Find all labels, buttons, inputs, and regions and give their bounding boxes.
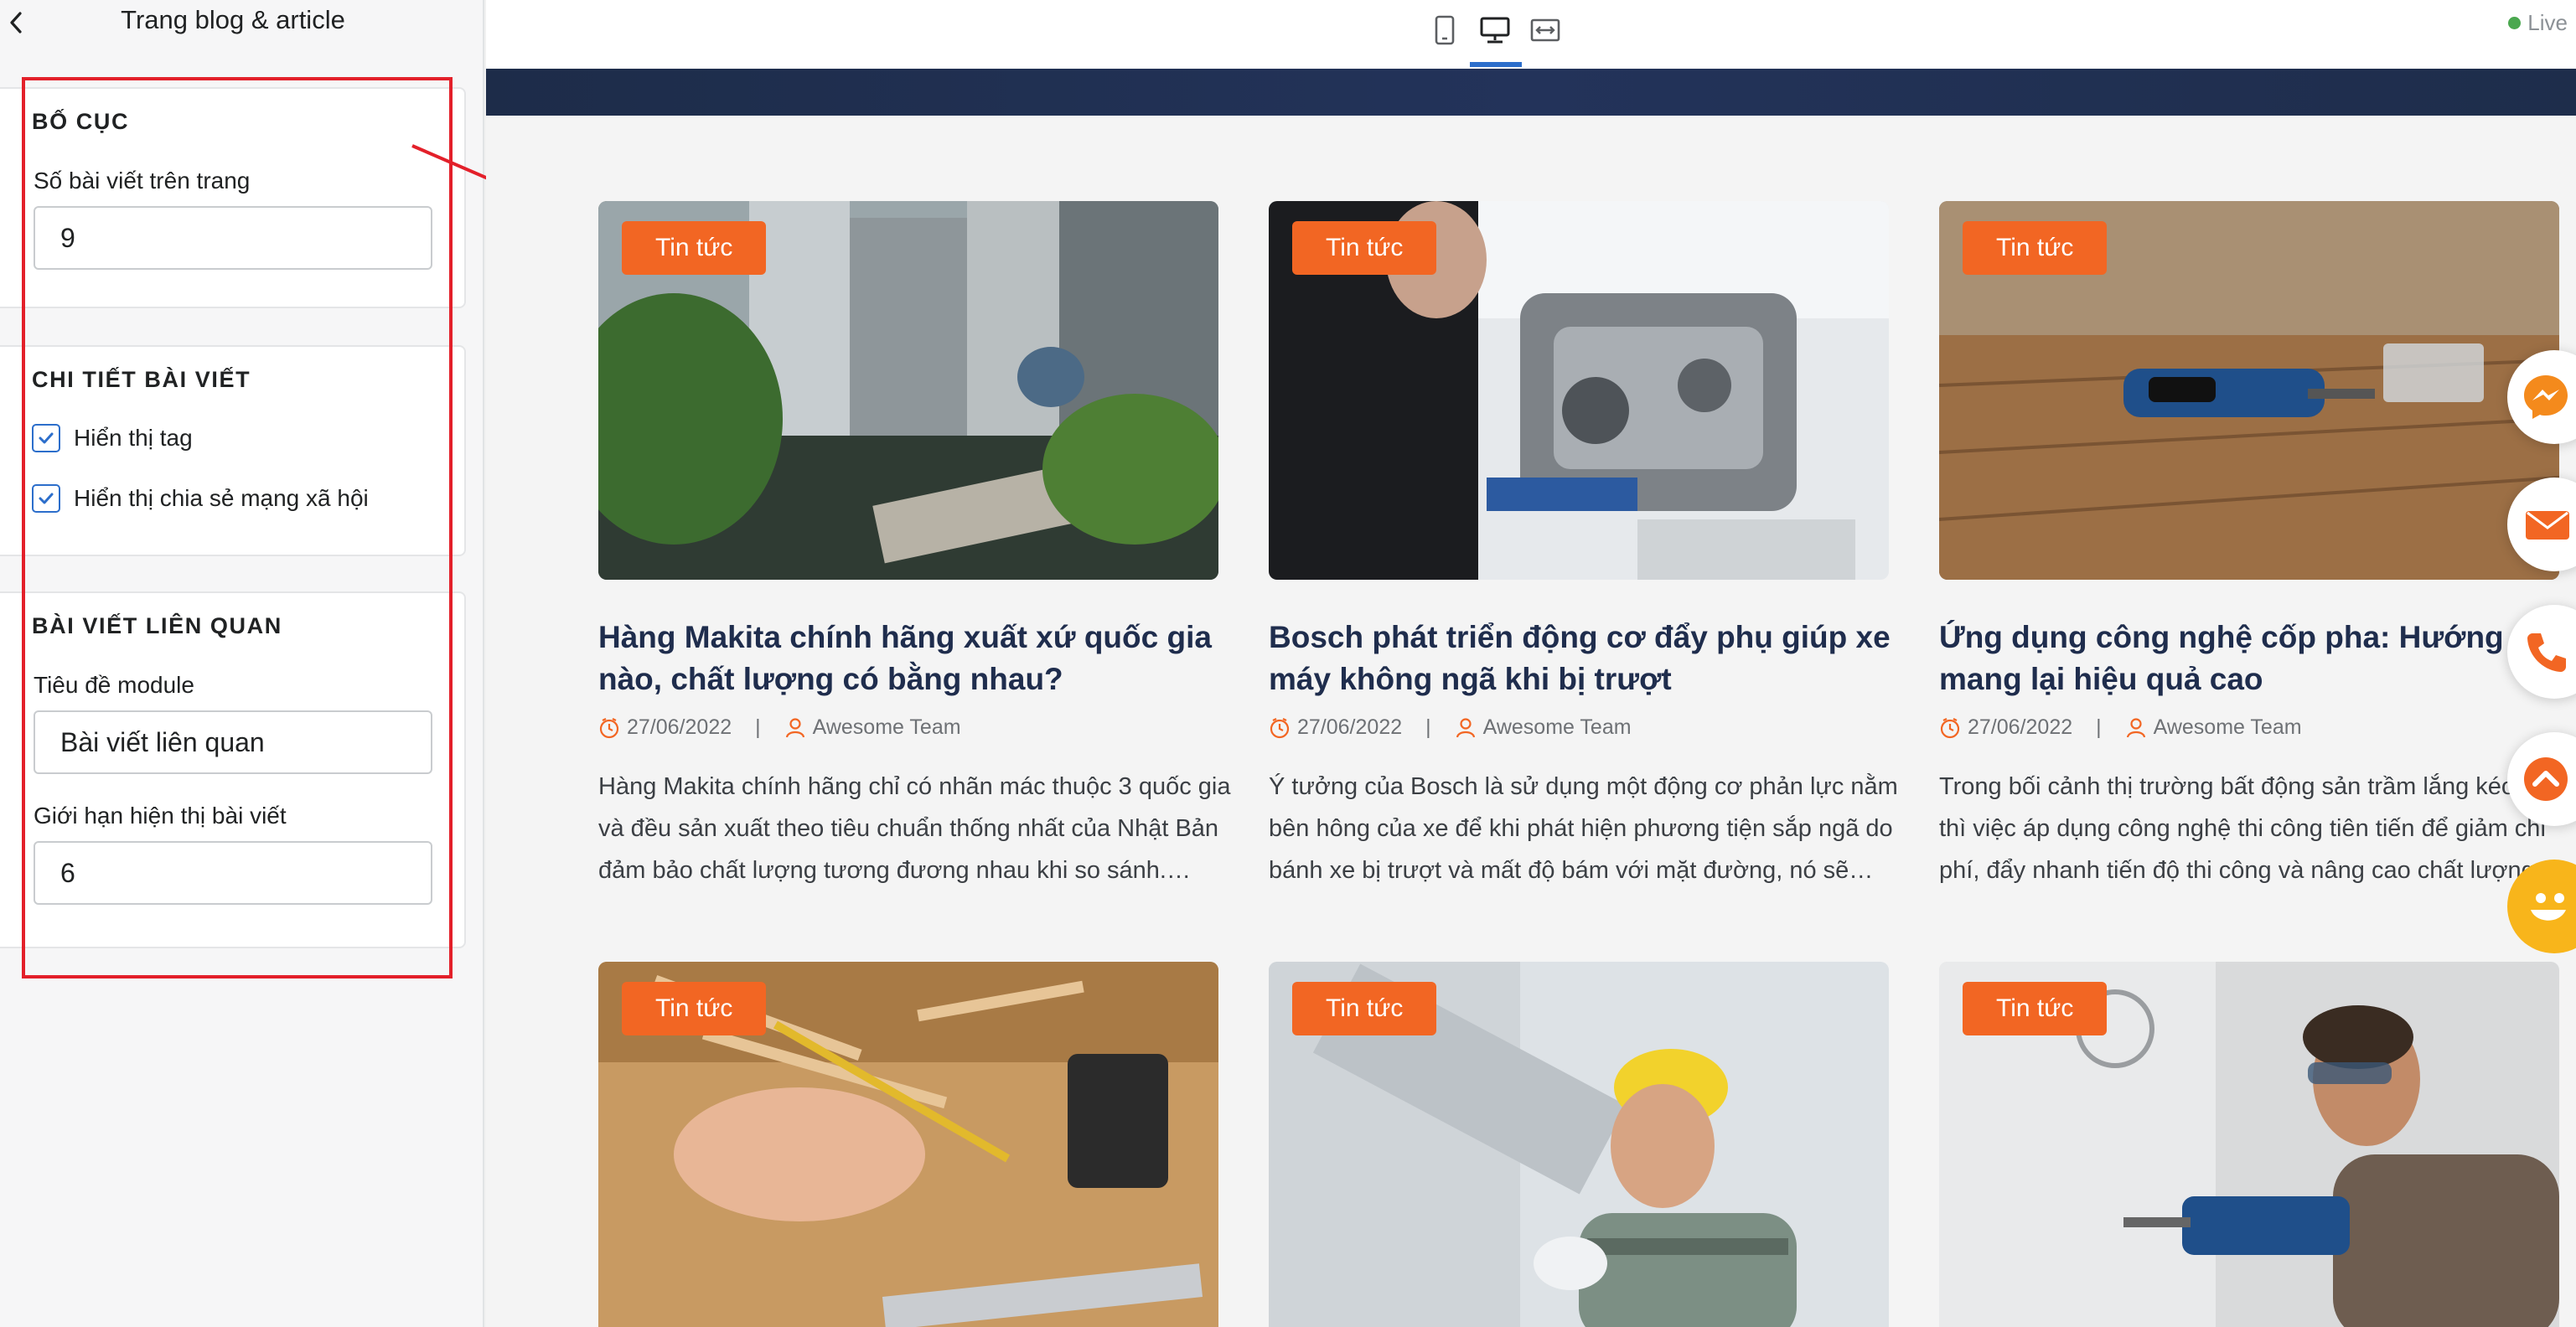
article-excerpt-line: bên hông của xe để khi phát hiện phương … bbox=[1269, 815, 1893, 842]
show-tag-checkbox-box[interactable] bbox=[32, 424, 60, 452]
article-meta: 27/06/2022 | Awesome Team bbox=[598, 715, 961, 740]
show-share-checkbox[interactable]: Hiển thị chia sẻ mạng xã hội bbox=[32, 484, 369, 513]
live-status-dot bbox=[2508, 17, 2522, 29]
article-title[interactable]: Hàng Makita chính hãng xuất xứ quốc gia … bbox=[598, 617, 1235, 700]
article-excerpt-line: phí, đẩy nhanh tiến độ thi công và nâng … bbox=[1939, 857, 2559, 884]
clock-icon bbox=[1940, 717, 1960, 738]
article-excerpt-line: Hàng Makita chính hãng chỉ có nhãn mác t… bbox=[598, 773, 1231, 800]
article-excerpt-line: đảm bảo chất lượng tương đương nhau khi … bbox=[598, 857, 1191, 884]
mail-icon bbox=[2526, 511, 2569, 540]
article-excerpt: Trong bối cảnh thị trường bất động sản t… bbox=[1939, 766, 2576, 891]
messenger-icon bbox=[2524, 375, 2568, 419]
mobile-view-button[interactable] bbox=[1421, 7, 1468, 54]
article-excerpt-line: Ý tưởng của Bosch là sử dụng một động cơ… bbox=[1269, 773, 1898, 800]
article-date: 27/06/2022 bbox=[627, 715, 732, 739]
clock-icon bbox=[599, 717, 619, 738]
posts-per-page-input[interactable] bbox=[34, 206, 432, 270]
sidebar-header: Trang blog & article bbox=[0, 0, 483, 45]
live-status: Live bbox=[2508, 10, 2568, 36]
show-share-label: Hiển thị chia sẻ mạng xã hội bbox=[74, 485, 369, 511]
sidebar-title: Trang blog & article bbox=[121, 5, 345, 34]
article-thumbnail[interactable]: Tin tức bbox=[1269, 962, 1889, 1327]
article-thumbnail[interactable]: Tin tức bbox=[1939, 962, 2559, 1327]
user-icon bbox=[2126, 717, 2145, 737]
article-tag[interactable]: Tin tức bbox=[1292, 982, 1437, 1035]
article-author: Awesome Team bbox=[2153, 715, 2302, 739]
article-title-line[interactable]: Bosch phát triển động cơ đẩy phụ giúp xe bbox=[1269, 617, 1906, 658]
mobile-icon bbox=[1435, 15, 1455, 45]
article-thumbnail[interactable]: Tin tức bbox=[1269, 201, 1889, 580]
article-tag[interactable]: Tin tức bbox=[622, 982, 767, 1035]
article-title-line[interactable]: máy không ngã khi bị trượt bbox=[1269, 658, 1906, 700]
clock-icon bbox=[1270, 717, 1290, 738]
article-date: 27/06/2022 bbox=[1297, 715, 1403, 739]
module-title-label: Tiêu đề module bbox=[34, 672, 194, 698]
article-thumbnail[interactable]: Tin tức bbox=[1939, 201, 2559, 580]
meta-separator: | bbox=[2096, 715, 2102, 739]
article-title-line[interactable]: mang lại hiệu quả cao bbox=[1939, 658, 2576, 700]
layout-section-heading: BỐ CỤC bbox=[32, 109, 130, 134]
article-thumbnail[interactable]: Tin tức bbox=[598, 962, 1218, 1327]
show-tag-label: Hiển thị tag bbox=[74, 425, 193, 451]
related-posts-section: BÀI VIẾT LIÊN QUAN Tiêu đề module Giới h… bbox=[0, 591, 466, 948]
user-icon bbox=[785, 717, 804, 737]
scroll-up-icon bbox=[2524, 757, 2568, 801]
article-title[interactable]: Bosch phát triển động cơ đẩy phụ giúp xe… bbox=[1269, 617, 1906, 700]
layout-section: BỐ CỤC Số bài viết trên trang bbox=[0, 87, 466, 308]
article-title-line[interactable]: Ứng dụng công nghệ cốp pha: Hướng đi bbox=[1939, 617, 2576, 658]
article-thumbnail[interactable]: Tin tức bbox=[598, 201, 1218, 580]
theme-editor-sidebar: Trang blog & article BỐ CỤC Số bài viết … bbox=[0, 0, 484, 1327]
article-meta: 27/06/2022 | Awesome Team bbox=[1939, 715, 2302, 740]
desktop-icon bbox=[1480, 17, 1510, 44]
article-excerpt-line: Trong bối cảnh thị trường bất động sản t… bbox=[1939, 773, 2516, 800]
hero-banner-strip bbox=[486, 69, 2576, 116]
article-author: Awesome Team bbox=[812, 715, 961, 739]
article-tag[interactable]: Tin tức bbox=[1963, 221, 2108, 275]
phone-icon bbox=[2527, 633, 2566, 672]
article-excerpt: Hàng Makita chính hãng chỉ có nhãn mác t… bbox=[598, 766, 1252, 891]
checkmark-icon bbox=[39, 493, 54, 504]
related-posts-section-heading: BÀI VIẾT LIÊN QUAN bbox=[32, 613, 282, 638]
smiley-icon bbox=[2531, 893, 2566, 921]
article-author: Awesome Team bbox=[1482, 715, 1632, 739]
article-tag[interactable]: Tin tức bbox=[1963, 982, 2108, 1035]
show-tag-checkbox[interactable]: Hiển thị tag bbox=[32, 424, 193, 452]
live-status-text: Live bbox=[2527, 10, 2568, 35]
article-title-line[interactable]: Hàng Makita chính hãng xuất xứ quốc gia bbox=[598, 617, 1235, 658]
article-tag[interactable]: Tin tức bbox=[622, 221, 767, 275]
article-excerpt: Ý tưởng của Bosch là sử dụng một động cơ… bbox=[1269, 766, 1922, 891]
checkmark-icon bbox=[39, 432, 54, 444]
posts-per-page-label: Số bài viết trên trang bbox=[34, 168, 251, 194]
article-excerpt-line: thì việc áp dụng công nghệ thi công tiên… bbox=[1939, 815, 2546, 842]
post-detail-section: CHI TIẾT BÀI VIẾT Hiển thị tag Hiển thị … bbox=[0, 345, 466, 556]
article-title[interactable]: Ứng dụng công nghệ cốp pha: Hướng đi man… bbox=[1939, 617, 2576, 700]
user-icon bbox=[1456, 717, 1475, 737]
article-title-line[interactable]: nào, chất lượng có bằng nhau? bbox=[598, 658, 1235, 700]
article-date: 27/06/2022 bbox=[1968, 715, 2073, 739]
full-width-view-button[interactable] bbox=[1522, 7, 1569, 54]
article-tag[interactable]: Tin tức bbox=[1292, 221, 1437, 275]
post-detail-section-heading: CHI TIẾT BÀI VIẾT bbox=[32, 367, 251, 392]
storefront-preview: Tin tức Hàng Makita chính hãng xuất xứ q… bbox=[486, 69, 2576, 1327]
active-device-indicator bbox=[1470, 62, 1522, 67]
preview-toolbar: Live bbox=[486, 0, 2576, 69]
article-excerpt-line: bánh xe bị trượt và mất độ bám với mặt đ… bbox=[1269, 857, 1874, 884]
article-excerpt-line: và đều sản xuất theo tiêu chuẩn thống nh… bbox=[598, 815, 1219, 842]
post-limit-input[interactable] bbox=[34, 841, 432, 905]
post-limit-label: Giới hạn hiện thị bài viết bbox=[34, 803, 287, 829]
article-meta: 27/06/2022 | Awesome Team bbox=[1269, 715, 1632, 740]
desktop-view-button[interactable] bbox=[1472, 7, 1518, 54]
show-share-checkbox-box[interactable] bbox=[32, 484, 60, 513]
full-width-icon bbox=[1530, 18, 1560, 42]
meta-separator: | bbox=[755, 715, 761, 739]
module-title-input[interactable] bbox=[34, 710, 432, 774]
meta-separator: | bbox=[1425, 715, 1431, 739]
